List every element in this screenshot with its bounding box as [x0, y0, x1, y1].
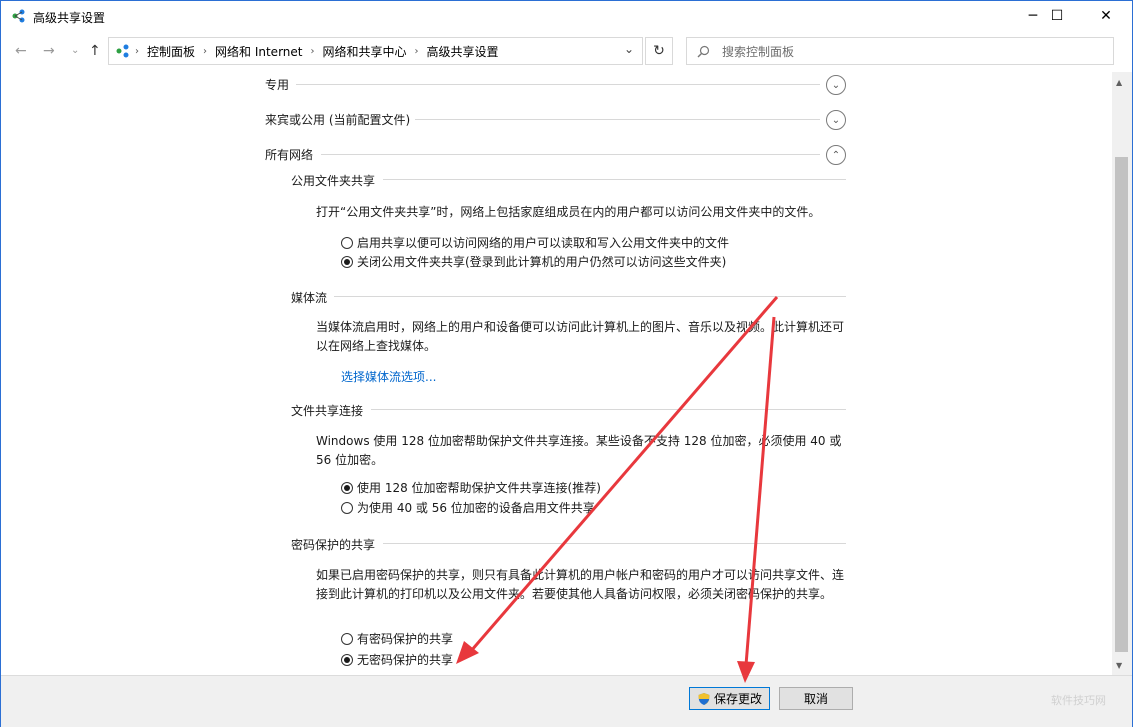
- media-streaming-description: 当媒体流启用时，网络上的用户和设备便可以访问此计算机上的图片、音乐以及视频。此计…: [316, 320, 845, 353]
- profile-private-label[interactable]: 专用: [265, 76, 289, 93]
- password-on-radio[interactable]: 有密码保护的共享: [341, 630, 453, 647]
- control-panel-icon: [116, 44, 129, 58]
- breadcrumb-separator: ›: [135, 45, 139, 57]
- scroll-up-arrow-icon[interactable]: ▲: [1116, 78, 1122, 87]
- profile-divider: [296, 84, 820, 85]
- up-button[interactable]: ↑: [89, 43, 101, 59]
- radio-unchecked-icon: [341, 236, 353, 249]
- radio-checked-icon: [341, 481, 353, 494]
- uac-shield-icon: [698, 692, 710, 705]
- breadcrumb[interactable]: › 控制面板 › 网络和 Internet › 网络和共享中心 › 高级共享设置…: [108, 37, 643, 65]
- section-divider: [383, 543, 846, 544]
- radio-checked-icon: [341, 653, 353, 666]
- search-box[interactable]: 搜索控制面板: [686, 37, 1114, 65]
- profile-divider: [321, 154, 820, 155]
- breadcrumb-network-internet[interactable]: 网络和 Internet: [215, 43, 302, 60]
- breadcrumb-network-sharing-center[interactable]: 网络和共享中心: [322, 43, 406, 60]
- breadcrumb-separator[interactable]: ›: [203, 46, 207, 57]
- address-dropdown-icon[interactable]: ⌄: [624, 42, 634, 56]
- collapse-all-networks-chevron-icon[interactable]: ⌃: [826, 145, 846, 165]
- title-bar: 高级共享设置 ─ ☐ ✕: [1, 1, 1132, 32]
- refresh-icon: ↻: [653, 43, 665, 59]
- watermark-text: 软件技巧网: [1051, 694, 1106, 707]
- encryption-128-radio[interactable]: 使用 128 位加密帮助保护文件共享连接(推荐): [341, 479, 601, 496]
- advanced-sharing-window: 高级共享设置 ─ ☐ ✕ ← → ⌄ ↑ › 控制面板 › 网络和 Intern…: [0, 0, 1133, 727]
- public-folder-enable-radio[interactable]: 启用共享以便可以访问网络的用户可以读取和写入公用文件夹中的文件: [341, 234, 729, 251]
- address-bar: ← → ⌄ ↑ › 控制面板 › 网络和 Internet › 网络和共享中心 …: [1, 32, 1132, 72]
- scroll-down-arrow-icon[interactable]: ▼: [1116, 661, 1122, 670]
- breadcrumb-separator[interactable]: ›: [415, 46, 419, 57]
- profile-all-networks-label[interactable]: 所有网络: [265, 146, 313, 163]
- expand-guest-public-chevron-icon[interactable]: ⌄: [826, 110, 846, 130]
- radio-checked-icon: [341, 255, 353, 268]
- password-sharing-description: 如果已启用密码保护的共享，则只有具备此计算机的用户帐户和密码的用户才可以访问共享…: [316, 568, 845, 601]
- section-divider: [383, 179, 846, 180]
- encryption-40-56-radio[interactable]: 为使用 40 或 56 位加密的设备启用文件共享: [341, 499, 595, 516]
- save-changes-button[interactable]: 保存更改: [689, 687, 770, 710]
- close-button[interactable]: ✕: [1080, 1, 1132, 31]
- cancel-button[interactable]: 取消: [779, 687, 853, 710]
- public-folder-heading: 公用文件夹共享: [291, 174, 376, 188]
- radio-unchecked-icon: [341, 632, 353, 645]
- media-streaming-options-link[interactable]: 选择媒体流选项...: [341, 368, 436, 385]
- section-divider: [371, 409, 846, 410]
- password-sharing-heading: 密码保护的共享: [291, 538, 376, 552]
- file-sharing-heading: 文件共享连接: [291, 404, 364, 418]
- recent-locations-dropdown[interactable]: ⌄: [71, 45, 79, 56]
- breadcrumb-advanced-sharing[interactable]: 高级共享设置: [427, 43, 499, 60]
- settings-content: 专用 ⌄ 来宾或公用 (当前配置文件) ⌄ 所有网络 ⌃ 公用文件夹共享 打开“…: [1, 72, 1112, 675]
- maximize-icon: ☐: [1050, 8, 1064, 24]
- profile-divider: [415, 119, 820, 120]
- vertical-scrollbar[interactable]: ▲ ▼: [1112, 72, 1132, 675]
- maximize-button[interactable]: ☐: [1034, 1, 1080, 31]
- expand-private-chevron-icon[interactable]: ⌄: [826, 75, 846, 95]
- footer-bar: 保存更改 取消 软件技巧网: [1, 675, 1132, 727]
- window-title: 高级共享设置: [33, 11, 106, 25]
- close-icon: ✕: [1100, 8, 1112, 24]
- search-placeholder: 搜索控制面板: [722, 44, 795, 59]
- public-folder-description: 打开“公用文件夹共享”时，网络上包括家庭组成员在内的用户都可以访问公用文件夹中的…: [316, 205, 821, 219]
- radio-unchecked-icon: [341, 501, 353, 514]
- back-button[interactable]: ←: [15, 43, 27, 59]
- media-streaming-heading: 媒体流: [291, 291, 328, 305]
- breadcrumb-separator[interactable]: ›: [310, 46, 314, 57]
- public-folder-disable-radio[interactable]: 关闭公用文件夹共享(登录到此计算机的用户仍然可以访问这些文件夹): [341, 253, 726, 270]
- breadcrumb-control-panel[interactable]: 控制面板: [147, 43, 195, 60]
- forward-button[interactable]: →: [43, 43, 55, 59]
- file-sharing-description: Windows 使用 128 位加密帮助保护文件共享连接。某些设备不支持 128…: [316, 434, 842, 467]
- profile-guest-public-label[interactable]: 来宾或公用 (当前配置文件): [265, 111, 410, 128]
- refresh-button[interactable]: ↻: [645, 37, 673, 65]
- search-icon: [697, 45, 710, 57]
- section-divider: [334, 296, 846, 297]
- network-icon: [12, 9, 25, 23]
- scroll-thumb[interactable]: [1115, 157, 1128, 652]
- password-off-radio[interactable]: 无密码保护的共享: [341, 651, 453, 668]
